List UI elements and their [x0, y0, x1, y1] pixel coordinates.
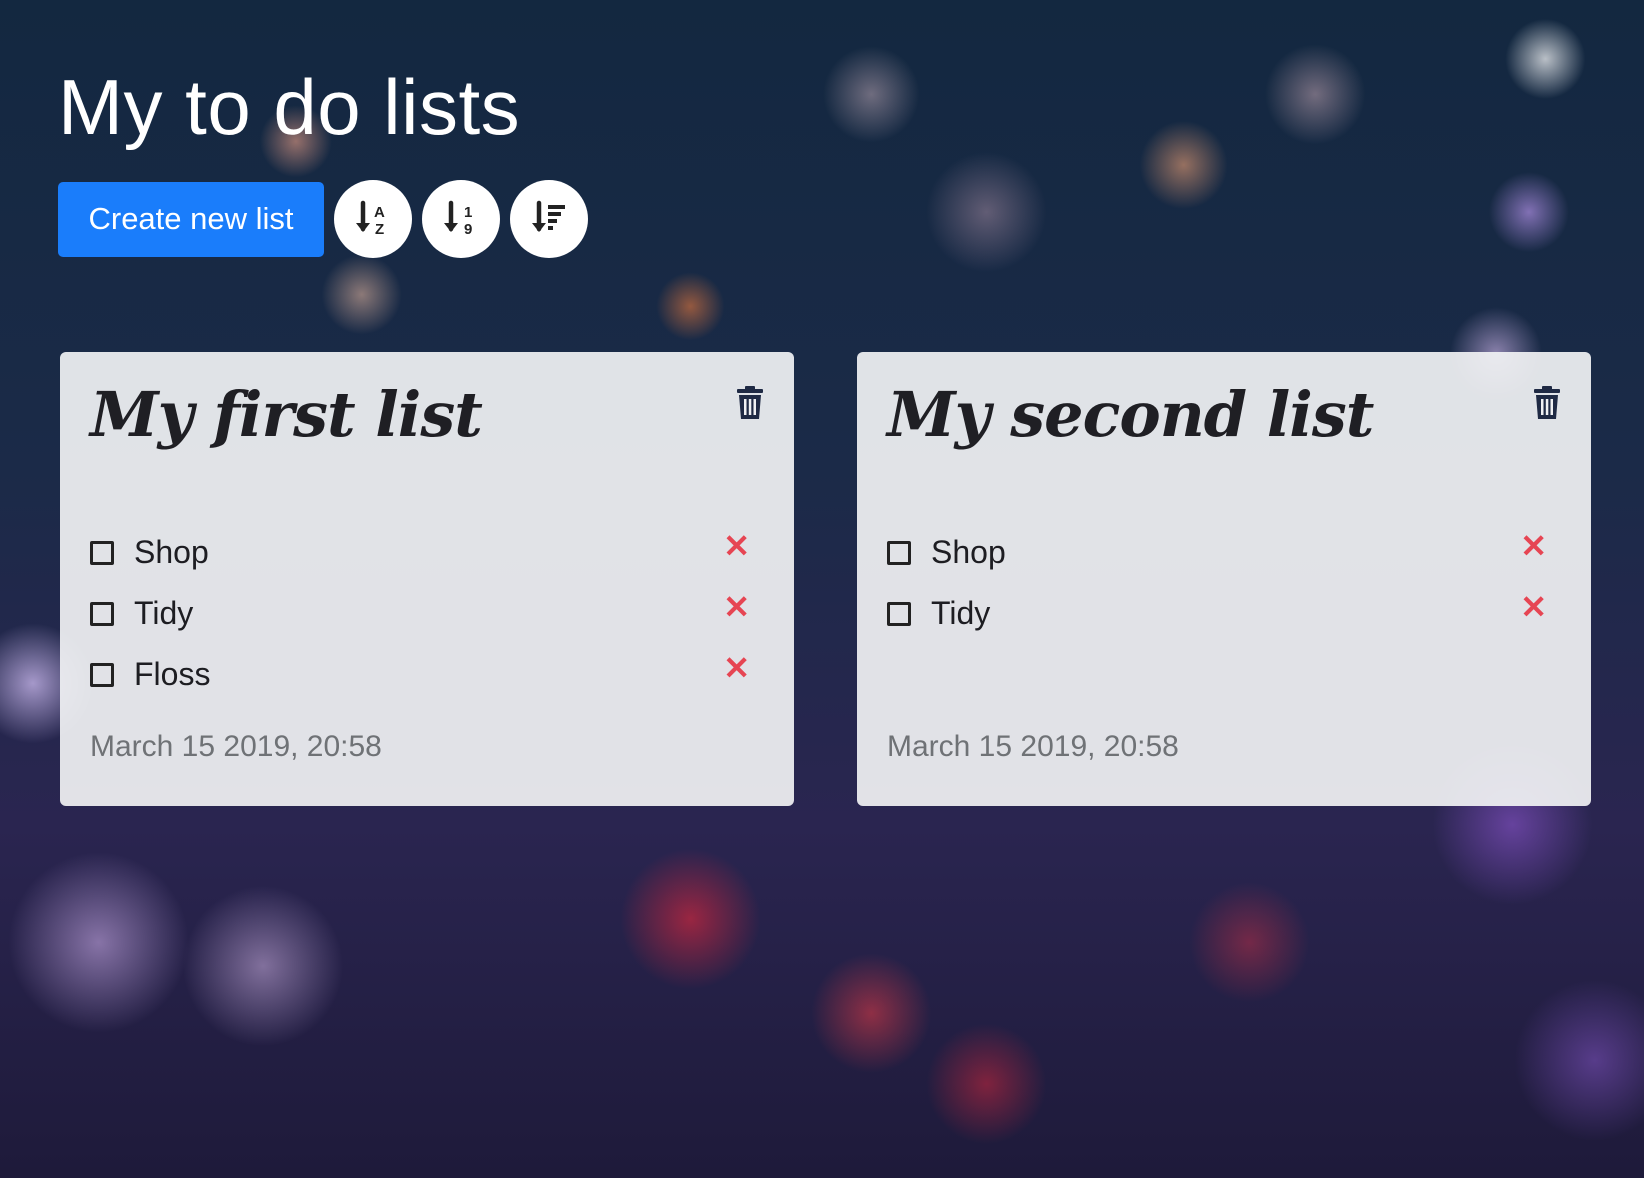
- item-label: Floss: [134, 656, 211, 692]
- sort-numeric-down-icon: 1 9: [444, 200, 472, 238]
- list-title: My first list: [90, 378, 483, 451]
- remove-item-icon[interactable]: ✕: [1520, 591, 1547, 623]
- list-card: My second list Shop ✕ Tidy ✕ March 15 20…: [857, 352, 1591, 806]
- item-label: Tidy: [134, 595, 194, 631]
- svg-text:1: 1: [464, 204, 472, 221]
- sort-alpha-button[interactable]: A Z: [334, 180, 412, 258]
- create-list-button[interactable]: Create new list: [58, 181, 324, 257]
- list-card: My first list Shop ✕ Tidy ✕ Floss ✕ Marc…: [60, 352, 794, 806]
- sort-amount-down-icon: [532, 200, 565, 232]
- list-item: Tidy ✕: [887, 583, 1561, 644]
- list-timestamp: March 15 2019, 20:58: [887, 730, 1179, 763]
- remove-item-icon[interactable]: ✕: [723, 530, 750, 562]
- sort-alpha-down-icon: A Z: [356, 200, 385, 238]
- item-label: Shop: [931, 534, 1006, 570]
- sort-amount-button[interactable]: [510, 180, 588, 258]
- trash-icon[interactable]: [1533, 386, 1561, 420]
- item-checkbox[interactable]: [887, 601, 911, 626]
- item-label: Tidy: [931, 595, 991, 631]
- sort-numeric-button[interactable]: 1 9: [422, 180, 500, 258]
- item-checkbox[interactable]: [887, 540, 911, 565]
- list-title: My second list: [887, 378, 1374, 451]
- list-items: Shop ✕ Tidy ✕ Floss ✕: [90, 522, 764, 705]
- svg-text:A: A: [374, 204, 385, 221]
- svg-text:9: 9: [464, 221, 472, 238]
- remove-item-icon[interactable]: ✕: [723, 652, 750, 684]
- item-checkbox[interactable]: [90, 540, 114, 565]
- item-label: Shop: [134, 534, 209, 570]
- page-title: My to do lists: [58, 63, 521, 151]
- trash-icon[interactable]: [736, 386, 764, 420]
- list-item: Tidy ✕: [90, 583, 764, 644]
- list-item: Shop ✕: [90, 522, 764, 583]
- item-checkbox[interactable]: [90, 601, 114, 626]
- item-checkbox[interactable]: [90, 662, 114, 687]
- list-items: Shop ✕ Tidy ✕: [887, 522, 1561, 644]
- toolbar: Create new list A Z 1 9: [58, 180, 588, 258]
- list-timestamp: March 15 2019, 20:58: [90, 730, 382, 763]
- list-item: Shop ✕: [887, 522, 1561, 583]
- list-item: Floss ✕: [90, 644, 764, 705]
- remove-item-icon[interactable]: ✕: [723, 591, 750, 623]
- svg-text:Z: Z: [375, 221, 384, 238]
- remove-item-icon[interactable]: ✕: [1520, 530, 1547, 562]
